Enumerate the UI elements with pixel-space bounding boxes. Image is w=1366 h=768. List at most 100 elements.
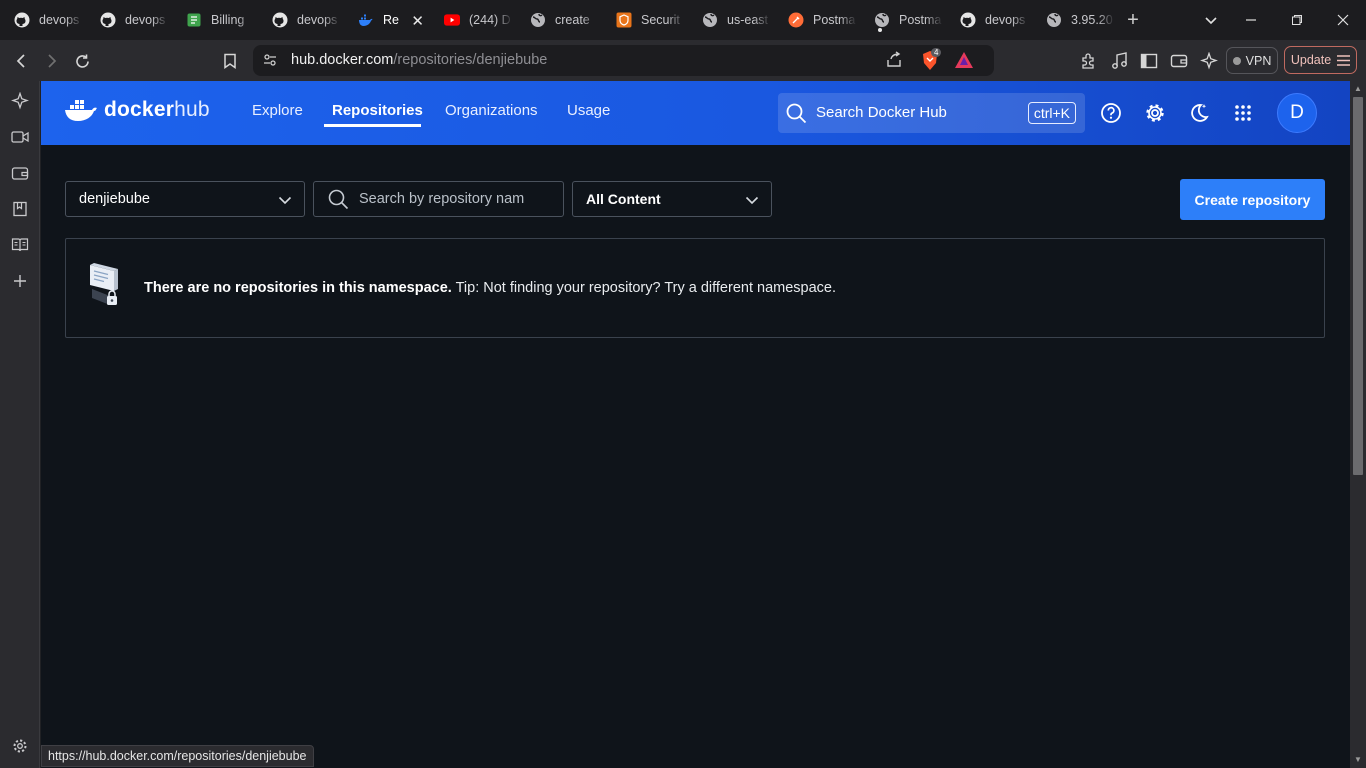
- forward-button[interactable]: [38, 48, 64, 74]
- site-settings-icon[interactable]: [262, 52, 278, 73]
- empty-state-message: There are no repositories in this namesp…: [144, 280, 836, 296]
- browser-toolbar: hub.docker.com/repositories/denjiebube 4…: [0, 40, 1366, 81]
- tab-activity-dot: [878, 28, 882, 32]
- chevron-down-icon: [278, 196, 292, 205]
- nav-repositories[interactable]: Repositories: [332, 102, 423, 119]
- add-sidebar-item-icon[interactable]: [9, 270, 31, 292]
- sidebar-toggle-icon[interactable]: [1136, 48, 1162, 74]
- nav-usage[interactable]: Usage: [567, 102, 610, 119]
- postman-icon: [788, 12, 804, 28]
- extensions-icon[interactable]: [1076, 48, 1102, 74]
- tab-title: devops: [39, 13, 80, 27]
- vpn-button[interactable]: VPN: [1226, 47, 1278, 74]
- browser-tab[interactable]: Billing: [172, 0, 258, 40]
- scroll-up-arrow-icon[interactable]: ▲: [1353, 84, 1363, 94]
- docker-hub-search[interactable]: Search Docker Hub ctrl+K: [778, 93, 1085, 133]
- globe-icon: [530, 12, 546, 28]
- close-window-button[interactable]: [1320, 0, 1366, 40]
- search-icon: [328, 189, 349, 210]
- empty-state-title: There are no repositories in this namesp…: [144, 280, 452, 296]
- leo-ai-icon[interactable]: [1196, 48, 1222, 74]
- minimize-button[interactable]: [1228, 0, 1274, 40]
- close-tab-icon[interactable]: ✕: [411, 12, 424, 30]
- tab-title: devops: [985, 13, 1026, 27]
- repository-search-placeholder: Search by repository name: [359, 191, 524, 207]
- search-placeholder: Search Docker Hub: [816, 104, 947, 121]
- browser-tab[interactable]: Postma: [860, 0, 946, 40]
- wallet-icon[interactable]: [1166, 48, 1192, 74]
- github-icon: [960, 12, 976, 28]
- bookmark-icon[interactable]: [217, 48, 243, 74]
- tab-title: create: [555, 13, 590, 27]
- new-tab-button[interactable]: +: [1118, 0, 1148, 40]
- theme-toggle-icon[interactable]: [1187, 101, 1211, 125]
- browser-tab[interactable]: Postma: [774, 0, 860, 40]
- browser-tab[interactable]: (244) D: [430, 0, 516, 40]
- tab-title: 3.95.20: [1071, 13, 1113, 27]
- tab-title: devops: [297, 13, 338, 27]
- tab-title: Re: [383, 13, 399, 27]
- youtube-icon: [444, 12, 460, 28]
- update-button[interactable]: Update: [1284, 46, 1357, 74]
- browser-tab[interactable]: devops: [258, 0, 344, 40]
- billing-icon: [186, 12, 202, 28]
- browser-tab[interactable]: Securit: [602, 0, 688, 40]
- nav-organizations[interactable]: Organizations: [445, 102, 538, 119]
- docker-hub-header: dockerhub Explore Repositories Organizat…: [41, 81, 1350, 145]
- browser-tab[interactable]: 3.95.20: [1032, 0, 1118, 40]
- github-icon: [272, 12, 288, 28]
- nav-active-underline: [324, 124, 421, 127]
- browser-tab-strip: devops devops Billing devops Re ✕ (244) D creat…: [0, 0, 1366, 40]
- media-icon[interactable]: [1106, 48, 1132, 74]
- tab-title: Securit: [641, 13, 680, 27]
- search-icon: [786, 103, 807, 124]
- update-label: Update: [1290, 53, 1332, 67]
- tab-title: Postma: [899, 13, 942, 27]
- back-button[interactable]: [9, 48, 35, 74]
- user-avatar[interactable]: D: [1277, 93, 1317, 133]
- wallet-sidebar-icon[interactable]: [9, 162, 31, 184]
- scrollbar-thumb[interactable]: [1353, 97, 1363, 475]
- sidebar-settings-gear-icon[interactable]: [9, 735, 31, 757]
- logo-docker-text: docker: [104, 98, 175, 121]
- browser-tab[interactable]: devops: [86, 0, 172, 40]
- browser-tab[interactable]: create: [516, 0, 602, 40]
- vpn-label: VPN: [1245, 53, 1272, 68]
- namespace-select[interactable]: denjiebube: [65, 181, 305, 217]
- content-filter-select[interactable]: All Content: [572, 181, 772, 217]
- restore-button[interactable]: [1274, 0, 1320, 40]
- reading-list-icon[interactable]: [9, 234, 31, 256]
- apps-grid-icon[interactable]: [1231, 101, 1255, 125]
- docker-hub-page: dockerhub Explore Repositories Organizat…: [41, 81, 1350, 768]
- create-repository-button[interactable]: Create repository: [1180, 179, 1325, 220]
- brave-shields-icon[interactable]: 4: [920, 48, 942, 76]
- content-filter-value: All Content: [586, 191, 661, 207]
- settings-gear-icon[interactable]: [1143, 101, 1167, 125]
- github-icon: [100, 12, 116, 28]
- browser-tab[interactable]: devops: [0, 0, 86, 40]
- tab-list: devops devops Billing devops Re ✕ (244) D creat…: [0, 0, 1118, 40]
- page-scrollbar[interactable]: ▲ ▼: [1350, 81, 1366, 768]
- brave-rewards-icon[interactable]: [954, 51, 974, 74]
- scroll-down-arrow-icon[interactable]: ▼: [1353, 755, 1363, 765]
- chevron-down-icon: [745, 196, 759, 205]
- help-icon[interactable]: [1099, 101, 1123, 125]
- docker-hub-logo[interactable]: dockerhub: [64, 97, 210, 123]
- docker-icon: [358, 12, 374, 28]
- leo-sparkle-icon[interactable]: [9, 90, 31, 112]
- address-bar[interactable]: hub.docker.com/repositories/denjiebube 4: [253, 45, 994, 76]
- aws-icon: [616, 12, 632, 28]
- globe-icon: [702, 12, 718, 28]
- nav-explore[interactable]: Explore: [252, 102, 303, 119]
- repository-search-input[interactable]: Search by repository name: [313, 181, 564, 217]
- browser-tab[interactable]: us-east: [688, 0, 774, 40]
- browser-tab[interactable]: Re ✕: [344, 0, 430, 40]
- talk-video-icon[interactable]: [9, 126, 31, 148]
- browser-tab[interactable]: devops: [946, 0, 1032, 40]
- logo-hub-text: hub: [174, 98, 210, 121]
- vpn-status-dot: [1232, 56, 1241, 65]
- tab-title: devops: [125, 13, 166, 27]
- bookmarks-sidebar-icon[interactable]: [9, 198, 31, 220]
- reload-button[interactable]: [69, 48, 95, 74]
- share-icon[interactable]: [885, 51, 903, 74]
